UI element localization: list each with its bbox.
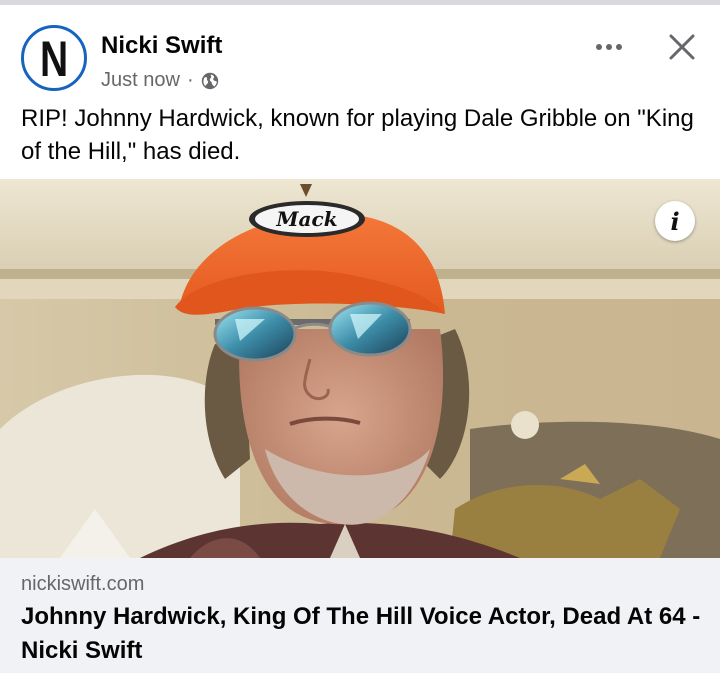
close-button[interactable] [666,31,698,63]
link-domain: nickiswift.com [21,573,145,595]
more-dot [616,44,622,50]
info-button[interactable]: i [655,201,695,241]
link-title[interactable]: Johnny Hardwick, King Of The Hill Voice … [21,600,711,668]
post-timestamp[interactable]: Just now [101,69,180,92]
more-dot [606,44,612,50]
post-image[interactable]: Mack [0,179,720,558]
post-meta: Just now · [101,69,219,92]
post-caption: RIP! Johnny Hardwick, known for playing … [21,105,694,165]
close-icon [669,34,695,60]
info-icon: i [670,206,680,236]
more-options-button[interactable] [592,37,626,57]
hat-logo-text: Mack [275,207,337,231]
page-name[interactable]: Nicki Swift [101,32,222,60]
meta-separator: · [186,69,194,91]
globe-icon [201,72,219,90]
post-header: N Nicki Swift Just now · [0,5,720,97]
avatar[interactable]: N [21,25,87,91]
avatar-letter: N [39,31,69,87]
more-dot [596,44,602,50]
